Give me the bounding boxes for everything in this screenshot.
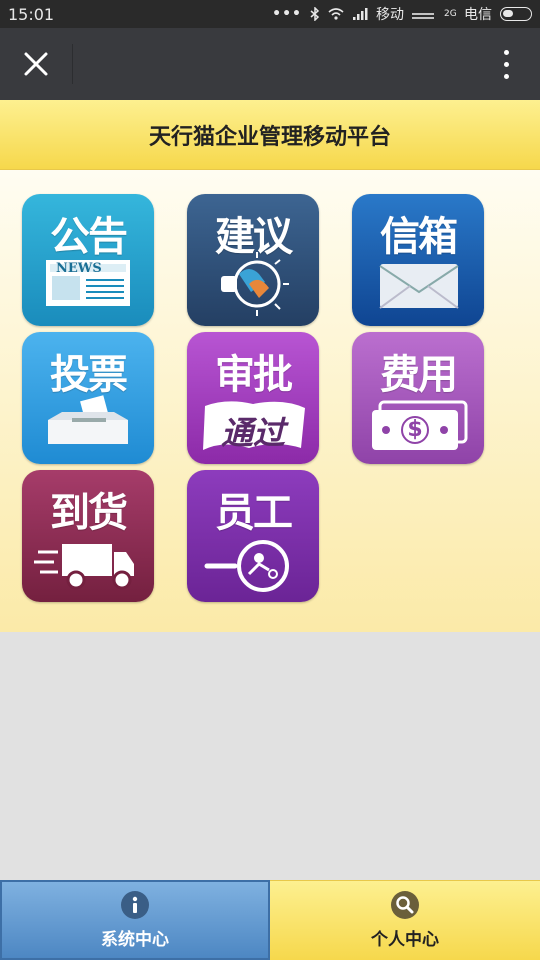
page-title: 天行猫企业管理移动平台	[148, 124, 391, 150]
tab-system-center[interactable]: 系统中心	[0, 880, 270, 960]
search-icon	[391, 891, 419, 919]
app-grid: 公告 NEWS 建议 信箱 投票 审批 通过 费用 $ 到货 员工	[0, 170, 540, 632]
tile-suggestion[interactable]: 建议	[187, 194, 319, 326]
tab-personal-center[interactable]: 个人中心	[270, 880, 540, 960]
divider	[72, 44, 73, 84]
bottom-nav: 系统中心 个人中心	[0, 880, 540, 960]
info-icon	[121, 890, 149, 919]
tile-announcement-sub: NEWS	[56, 261, 102, 276]
close-icon	[24, 52, 48, 76]
lightbulb-icon	[221, 252, 289, 316]
battery-icon	[500, 7, 532, 21]
wifi-icon	[328, 8, 344, 20]
signal-icon	[353, 8, 368, 20]
ballot-box-icon	[48, 395, 128, 444]
app-header: 天行猫企业管理移动平台	[0, 100, 540, 170]
newspaper-icon	[46, 260, 130, 306]
tile-approval-sub: 通过	[220, 414, 285, 452]
bluetooth-icon	[310, 7, 320, 21]
tile-arrival[interactable]: 到货	[22, 470, 154, 602]
status-indicators: ••• 移动 2G 电信	[272, 4, 532, 24]
tile-expense[interactable]: 费用 $	[352, 332, 484, 464]
truck-icon	[34, 544, 134, 590]
tile-approval[interactable]: 审批 通过	[187, 332, 319, 464]
carrier-1: 移动	[376, 7, 404, 23]
close-button[interactable]	[14, 42, 58, 86]
tile-vote[interactable]: 投票	[22, 332, 154, 464]
tile-expense-sub: $	[407, 417, 423, 442]
tile-staff[interactable]: 员工	[187, 470, 319, 602]
carrier-2: 电信	[464, 7, 492, 23]
envelope-icon	[379, 264, 459, 309]
tab-personal-center-label: 个人中心	[371, 930, 439, 950]
browser-action-bar	[0, 28, 540, 100]
signal-icon-2	[412, 13, 434, 19]
more-options-button[interactable]	[492, 44, 520, 84]
staff-search-icon	[204, 540, 289, 592]
status-time: 15:01	[8, 4, 55, 24]
status-bar: 15:01 ••• 移动 2G 电信	[0, 0, 540, 28]
more-vertical-icon	[503, 49, 509, 55]
banknote-icon	[372, 400, 468, 450]
more-notifications-icon: •••	[272, 6, 302, 22]
network-type: 2G	[444, 8, 457, 19]
tile-mailbox[interactable]: 信箱	[352, 194, 484, 326]
tile-announcement[interactable]: 公告 NEWS	[22, 194, 154, 326]
tab-system-center-label: 系统中心	[101, 929, 169, 950]
